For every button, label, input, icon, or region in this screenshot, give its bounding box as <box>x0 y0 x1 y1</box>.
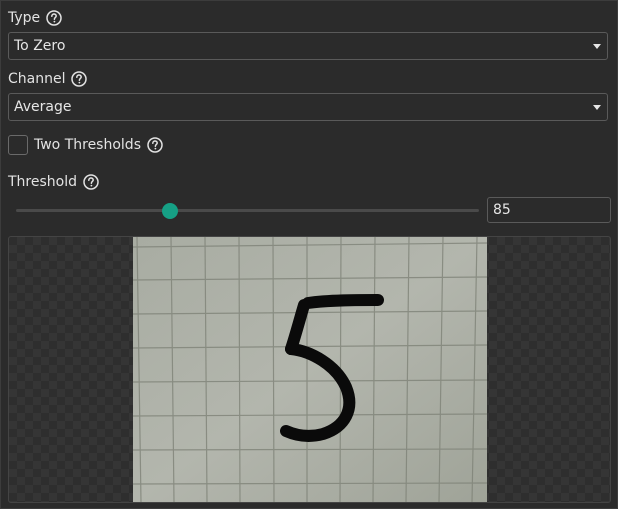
threshold-slider-handle[interactable] <box>162 203 179 219</box>
two-thresholds-checkbox[interactable] <box>8 135 28 155</box>
threshold-label-row: Threshold <box>8 174 99 190</box>
preview-area <box>8 236 611 503</box>
threshold-slider-track[interactable] <box>16 209 479 212</box>
two-thresholds-row: Two Thresholds <box>8 135 163 155</box>
channel-label-row: Channel <box>8 71 88 87</box>
help-icon[interactable] <box>71 71 88 87</box>
channel-dropdown[interactable]: Average <box>8 93 608 121</box>
type-dropdown[interactable]: To Zero <box>8 32 608 60</box>
threshold-value-input[interactable]: 85 <box>487 197 611 223</box>
help-icon[interactable] <box>147 137 163 153</box>
chevron-down-icon <box>593 105 601 110</box>
channel-label: Channel <box>8 71 66 87</box>
two-thresholds-label[interactable]: Two Thresholds <box>34 137 141 153</box>
help-icon[interactable] <box>83 174 99 190</box>
type-label: Type <box>8 10 41 26</box>
preview-image <box>133 237 487 502</box>
threshold-value: 85 <box>493 202 511 218</box>
type-selected-value: To Zero <box>14 38 66 54</box>
threshold-label: Threshold <box>8 174 77 190</box>
help-icon[interactable] <box>46 10 62 26</box>
chevron-down-icon <box>593 44 601 49</box>
channel-selected-value: Average <box>14 99 72 115</box>
threshold-panel: Type To Zero Channel Average Two Thresho… <box>0 0 618 509</box>
type-label-row: Type <box>8 10 62 26</box>
